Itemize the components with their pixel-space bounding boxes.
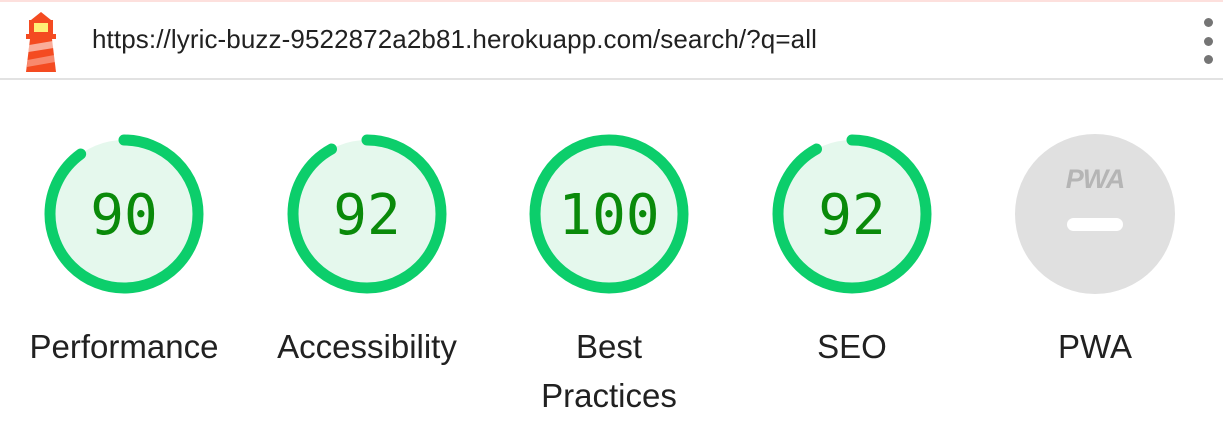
gauge-performance-label: Performance <box>29 328 219 365</box>
gauge-accessibility[interactable]: 92 Accessibility <box>267 82 467 447</box>
score-gauges: 90 Performance 92 Accessibility 100 Best… <box>0 82 1223 447</box>
report-topbar: https://lyric-buzz-9522872a2b81.herokuap… <box>0 2 1223 80</box>
gauge-seo-ring: 92 <box>772 134 932 294</box>
gauge-accessibility-score: 92 <box>333 183 400 248</box>
gauge-seo-score: 92 <box>818 183 885 248</box>
gauge-best-practices-ring: 100 <box>529 134 689 294</box>
gauge-best-practices-score: 100 <box>558 183 659 248</box>
gauge-best-practices[interactable]: 100 Best Practices <box>509 82 709 447</box>
gauge-seo[interactable]: 92 SEO <box>752 82 952 447</box>
lighthouse-icon <box>26 12 56 72</box>
gauge-best-practices-label: Best Practices <box>541 328 677 414</box>
kebab-menu-icon[interactable] <box>1196 18 1220 64</box>
pwa-dash-icon <box>1067 218 1123 231</box>
gauge-performance-ring: 90 <box>44 134 204 294</box>
gauge-performance[interactable]: 90 Performance <box>24 82 224 447</box>
gauge-accessibility-ring: 92 <box>287 134 447 294</box>
pwa-badge-text: PWA <box>1066 164 1125 194</box>
page-url: https://lyric-buzz-9522872a2b81.herokuap… <box>92 24 817 54</box>
gauge-performance-score: 90 <box>90 183 157 248</box>
lighthouse-report: https://lyric-buzz-9522872a2b81.herokuap… <box>0 0 1223 447</box>
gauge-pwa[interactable]: PWA PWA <box>995 82 1195 447</box>
gauge-pwa-label: PWA <box>1058 328 1132 365</box>
gauge-seo-label: SEO <box>817 328 887 365</box>
pwa-badge-icon: PWA <box>1015 134 1175 294</box>
gauge-accessibility-label: Accessibility <box>277 328 457 365</box>
